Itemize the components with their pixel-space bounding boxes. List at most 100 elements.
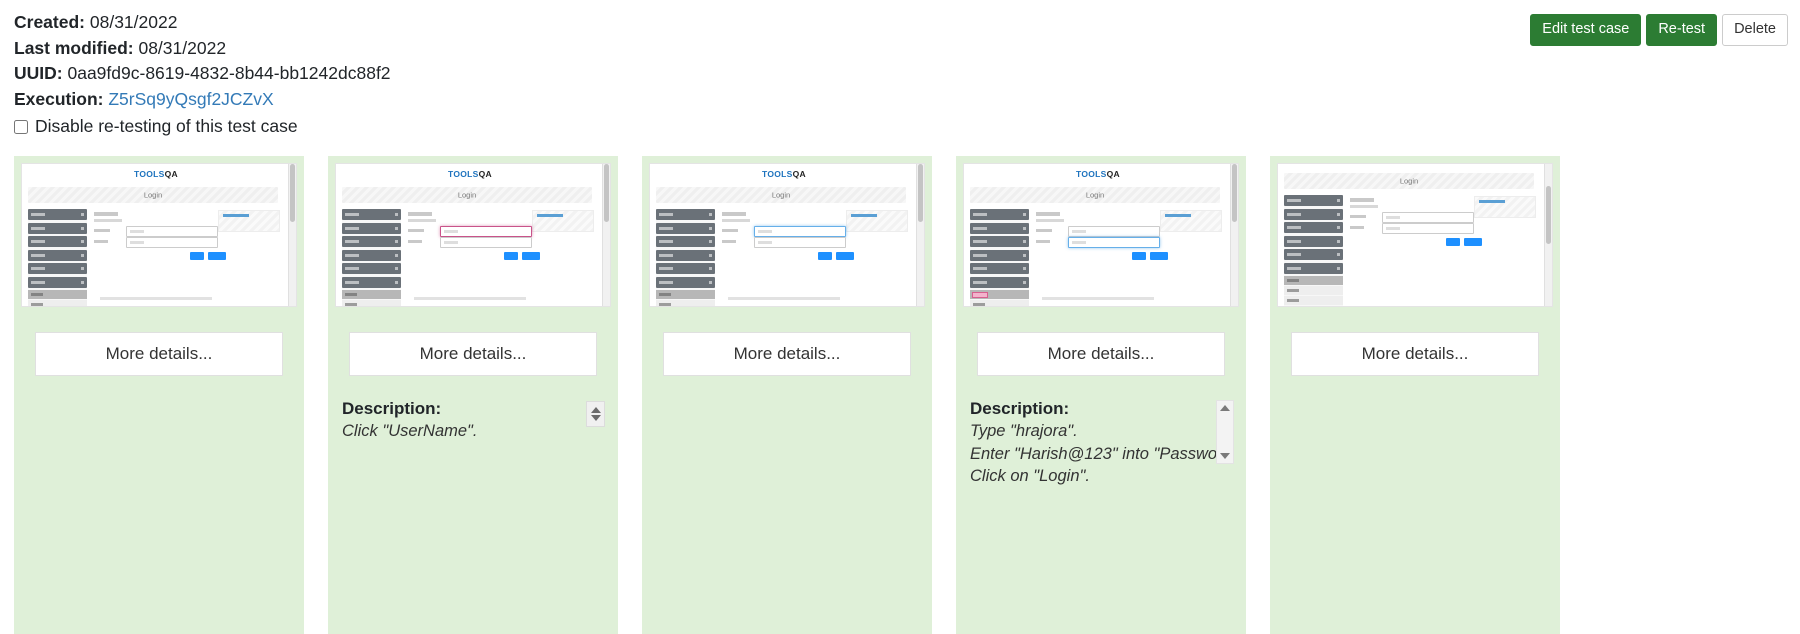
- sidebar-group: [1284, 222, 1343, 233]
- page-banner: Login: [656, 187, 906, 203]
- uuid-label: UUID:: [14, 63, 63, 83]
- toolsqa-logo: TOOLSQA: [1076, 169, 1120, 179]
- sidebar-group: [970, 222, 1029, 234]
- sidebar-group: [342, 263, 401, 274]
- sidebar-group: [1284, 262, 1343, 274]
- step-screenshot-thumbnail[interactable]: TOOLSQA Login: [963, 163, 1239, 307]
- more-details-button[interactable]: More details...: [35, 332, 283, 376]
- sidebar-group: [342, 236, 401, 247]
- sidebar-sub-login: [970, 290, 1029, 299]
- username-label: [1036, 229, 1052, 232]
- execution-link[interactable]: Z5rSq9yQsgf2JCZvX: [108, 89, 273, 109]
- thumbnail-scrollbar[interactable]: [1230, 164, 1238, 306]
- username-input[interactable]: [1382, 212, 1474, 223]
- breadcrumb: [94, 219, 122, 222]
- password-input[interactable]: [754, 237, 846, 248]
- thumbnail-scrollbar[interactable]: [916, 164, 924, 306]
- step-screenshot-thumbnail[interactable]: Login: [1277, 163, 1553, 307]
- description-spinner-control[interactable]: [586, 401, 605, 427]
- step-card: TOOLSQA Login More details...: [14, 156, 304, 634]
- page-banner: Login: [28, 187, 278, 203]
- test-case-actions: Edit test case Re-test Delete: [1530, 14, 1788, 46]
- sidebar-group: [970, 236, 1029, 247]
- welcome-heading: [408, 212, 432, 216]
- new-user-button[interactable]: [522, 252, 540, 260]
- new-user-button[interactable]: [1150, 252, 1168, 260]
- description-scrollbar[interactable]: [1216, 400, 1234, 464]
- login-button[interactable]: [190, 252, 204, 260]
- thumbnail-scrollbar[interactable]: [288, 164, 296, 306]
- new-user-button[interactable]: [208, 252, 226, 260]
- new-user-button[interactable]: [1464, 238, 1482, 246]
- sidebar-sub-login: [1284, 276, 1343, 285]
- password-input[interactable]: [440, 237, 532, 248]
- more-details-button[interactable]: More details...: [1291, 332, 1539, 376]
- login-button[interactable]: [818, 252, 832, 260]
- sidebar-group: [1284, 195, 1343, 206]
- thumbnail-scrollbar[interactable]: [1544, 164, 1552, 306]
- toolsqa-logo: TOOLSQA: [134, 169, 178, 179]
- password-label: [1036, 240, 1050, 243]
- description-text: Type "hrajora". Enter "Harish@123" into "…: [970, 420, 1232, 488]
- edit-test-case-button[interactable]: Edit test case: [1530, 14, 1642, 46]
- sidebar-group: [28, 222, 87, 234]
- thumbnail-sidebar: [970, 209, 1029, 306]
- footer-text: [414, 297, 526, 300]
- sidebar-group: [28, 263, 87, 274]
- step-screenshot-thumbnail[interactable]: TOOLSQA Login: [649, 163, 925, 307]
- more-details-button[interactable]: More details...: [663, 332, 911, 376]
- last-modified-label: Last modified:: [14, 37, 134, 58]
- welcome-heading: [94, 212, 118, 216]
- page-banner: Login: [970, 187, 1220, 203]
- more-details-button[interactable]: More details...: [977, 332, 1225, 376]
- footer-text: [1042, 297, 1154, 300]
- username-input[interactable]: [126, 226, 218, 237]
- sidebar-group: [656, 249, 715, 261]
- password-input[interactable]: [1382, 223, 1474, 234]
- chevron-up-icon[interactable]: [590, 407, 601, 413]
- re-test-button[interactable]: Re-test: [1646, 14, 1718, 46]
- chevron-down-icon[interactable]: [590, 415, 601, 421]
- footer-text: [728, 297, 840, 300]
- thumbnail-sidebar: [1284, 195, 1343, 306]
- username-label: [94, 229, 110, 232]
- password-input[interactable]: [1068, 237, 1160, 248]
- new-user-button[interactable]: [836, 252, 854, 260]
- password-input[interactable]: [126, 237, 218, 248]
- delete-button[interactable]: Delete: [1722, 14, 1788, 46]
- screenshot-content: TOOLSQA Login: [964, 164, 1232, 306]
- banner-title: Login: [771, 190, 791, 200]
- sidebar-group: [1284, 208, 1343, 220]
- thumbnail-scrollbar[interactable]: [602, 164, 610, 306]
- step-card: Login More details...: [1270, 156, 1560, 634]
- login-button[interactable]: [1132, 252, 1146, 260]
- sidebar-group: [970, 263, 1029, 274]
- sidebar-sub-login: [28, 290, 87, 299]
- more-details-button[interactable]: More details...: [349, 332, 597, 376]
- password-label: [722, 240, 736, 243]
- last-modified-row: Last modified: 08/31/2022: [14, 36, 391, 62]
- test-case-detail-page: Created: 08/31/2022 Last modified: 08/31…: [0, 0, 1800, 634]
- login-button[interactable]: [504, 252, 518, 260]
- step-description: Description: Type "hrajora". Enter "Harish…: [970, 398, 1234, 488]
- username-input[interactable]: [1068, 226, 1160, 237]
- username-input[interactable]: [440, 226, 532, 237]
- uuid-row: UUID: 0aa9fd9c-8619-4832-8b44-bb1242dc88…: [14, 61, 391, 87]
- sidebar-group: [656, 222, 715, 234]
- sidebar-sub-login: [656, 290, 715, 299]
- thumbnail-sidebar: [28, 209, 87, 306]
- disable-retest-row: Disable re-testing of this test case: [14, 114, 391, 140]
- password-label: [1350, 226, 1364, 229]
- step-screenshot-thumbnail[interactable]: TOOLSQA Login: [335, 163, 611, 307]
- scroll-down-arrow-icon[interactable]: [1220, 453, 1230, 459]
- description-label: Description:: [342, 399, 442, 418]
- login-button[interactable]: [1446, 238, 1460, 246]
- page-banner: Login: [1284, 173, 1534, 189]
- description-label: Description:: [970, 399, 1070, 418]
- sidebar-group: [28, 276, 87, 288]
- step-screenshot-thumbnail[interactable]: TOOLSQA Login: [21, 163, 297, 307]
- scroll-up-arrow-icon[interactable]: [1220, 405, 1230, 411]
- username-input[interactable]: [754, 226, 846, 237]
- uuid-value: 0aa9fd9c-8619-4832-8b44-bb1242dc88f2: [67, 63, 391, 83]
- disable-retest-checkbox[interactable]: [14, 119, 28, 134]
